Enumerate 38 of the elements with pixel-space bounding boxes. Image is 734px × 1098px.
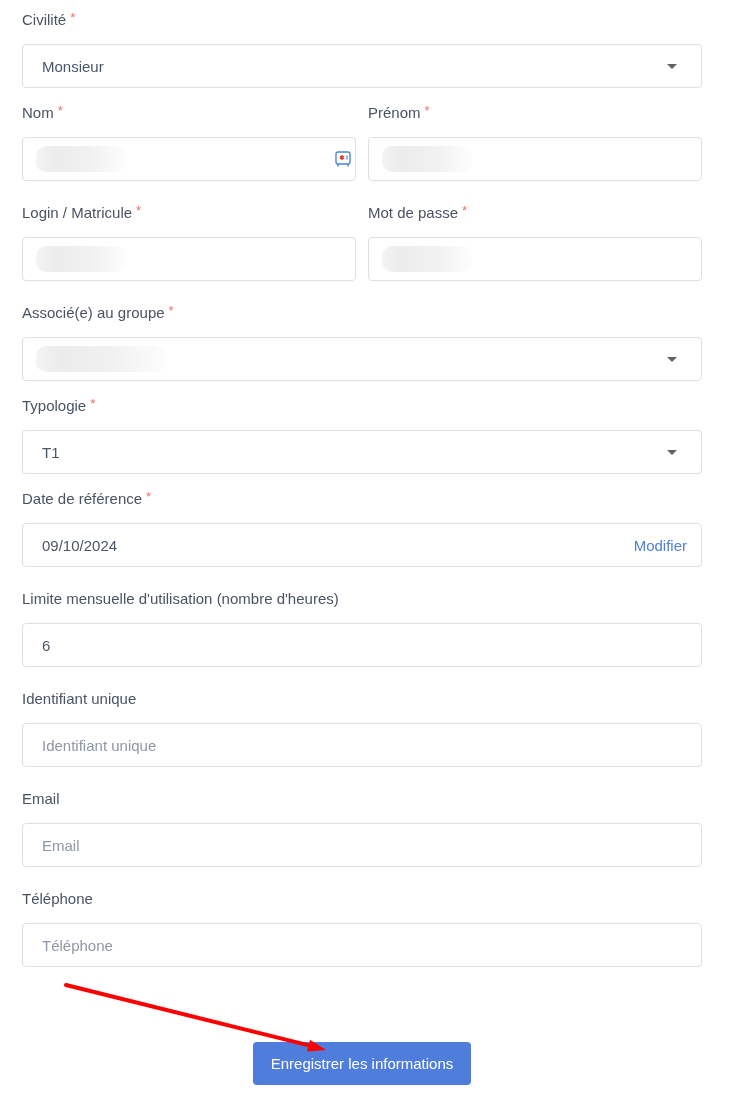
- required-asterisk: *: [462, 203, 468, 219]
- text-input[interactable]: [368, 237, 702, 281]
- field-label: Limite mensuelle d'utilisation (nombre d'heures): [22, 589, 339, 609]
- submit-button[interactable]: Enregistrer les informations: [252, 1042, 472, 1085]
- date-field[interactable]: 09/10/2024 Modifier: [22, 523, 702, 567]
- select-field[interactable]: [22, 337, 702, 381]
- caret-icon: [667, 63, 677, 69]
- field-label: Email: [22, 789, 60, 809]
- text-input[interactable]: Téléphone: [22, 923, 702, 967]
- required-asterisk: *: [168, 303, 174, 319]
- field-label: Civilité: [22, 10, 67, 30]
- text-input[interactable]: [22, 237, 356, 281]
- field-label: Associé(e) au groupe: [22, 303, 165, 323]
- field-label: Prénom: [368, 103, 421, 123]
- field-label: Date de référence: [22, 489, 143, 509]
- text-input[interactable]: [368, 137, 702, 181]
- text-input[interactable]: Identifiant unique: [22, 723, 702, 767]
- required-asterisk: *: [70, 10, 76, 26]
- required-asterisk: *: [57, 103, 63, 119]
- required-asterisk: *: [90, 396, 96, 412]
- asterisk-card-icon[interactable]: [335, 150, 351, 168]
- text-input[interactable]: 6: [22, 623, 702, 667]
- caret-icon: [667, 356, 677, 362]
- modify-link[interactable]: Modifier: [633, 536, 687, 554]
- select-field[interactable]: T1: [22, 430, 702, 474]
- required-asterisk: *: [136, 203, 142, 219]
- select-field[interactable]: Monsieur: [22, 44, 702, 88]
- caret-icon: [667, 449, 677, 455]
- field-label: Téléphone: [22, 889, 93, 909]
- text-input[interactable]: [22, 137, 356, 181]
- field-label: Typologie: [22, 396, 87, 416]
- required-asterisk: *: [146, 489, 152, 505]
- field-label: Mot de passe: [368, 203, 459, 223]
- text-input[interactable]: Email: [22, 823, 702, 867]
- field-label: Identifiant unique: [22, 689, 137, 709]
- field-label: Nom: [22, 103, 54, 123]
- field-label: Login / Matricule: [22, 203, 133, 223]
- required-asterisk: *: [424, 103, 430, 119]
